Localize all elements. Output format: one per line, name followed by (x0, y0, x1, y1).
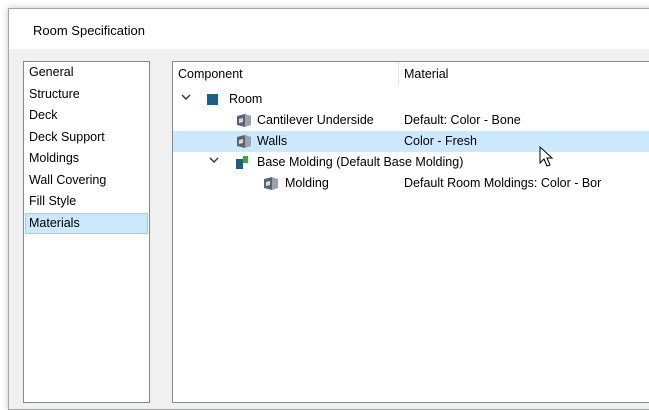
column-separator[interactable] (398, 62, 399, 86)
molding-icon (235, 155, 250, 170)
room-specification-dialog: Room Specification General Structure Dec… (8, 8, 649, 410)
component-name: Cantilever Underside (257, 113, 374, 127)
sidebar-item-deck[interactable]: Deck (25, 105, 148, 127)
component-name: Walls (257, 134, 288, 148)
material-swatch-icon (236, 113, 252, 128)
chevron-down-icon[interactable] (181, 92, 191, 104)
material-value: Default: Color - Bone (404, 113, 521, 127)
sidebar-item-general[interactable]: General (25, 62, 148, 84)
materials-tree: Component Material Room Cantilever Under… (172, 61, 649, 403)
component-name: Base Molding (Default Base Molding) (257, 155, 464, 169)
sidebar-item-wall-covering[interactable]: Wall Covering (25, 170, 148, 192)
sidebar-item-structure[interactable]: Structure (25, 84, 148, 106)
tree-header: Component Material (173, 62, 649, 86)
tree-row-cantilever-underside[interactable]: Cantilever Underside Default: Color - Bo… (173, 110, 649, 131)
sidebar-item-moldings[interactable]: Moldings (25, 148, 148, 170)
tree-row-molding[interactable]: Molding Default Room Moldings: Color - B… (173, 173, 649, 194)
tree-row-base-molding[interactable]: Base Molding (Default Base Molding) (173, 152, 649, 173)
tree-row-room[interactable]: Room (173, 89, 649, 110)
dialog-title: Room Specification (33, 23, 145, 38)
sidebar-item-fill-style[interactable]: Fill Style (25, 191, 148, 213)
column-header-material[interactable]: Material (404, 67, 448, 81)
title-bar: Room Specification (9, 9, 649, 49)
sidebar-item-deck-support[interactable]: Deck Support (25, 127, 148, 149)
mouse-cursor-icon (539, 146, 554, 167)
material-swatch-icon (263, 176, 279, 191)
sidebar-item-materials[interactable]: Materials (25, 212, 148, 234)
tree-row-walls[interactable]: Walls Color - Fresh (173, 131, 649, 152)
component-name: Molding (285, 176, 329, 190)
material-swatch-icon (236, 134, 252, 149)
chevron-down-icon[interactable] (209, 155, 219, 167)
material-value: Default Room Moldings: Color - Bor (404, 176, 602, 190)
column-header-component[interactable]: Component (178, 67, 243, 81)
sidebar: General Structure Deck Deck Support Mold… (23, 61, 150, 403)
room-icon (207, 94, 218, 105)
material-value: Color - Fresh (404, 134, 477, 148)
component-name: Room (229, 92, 263, 106)
